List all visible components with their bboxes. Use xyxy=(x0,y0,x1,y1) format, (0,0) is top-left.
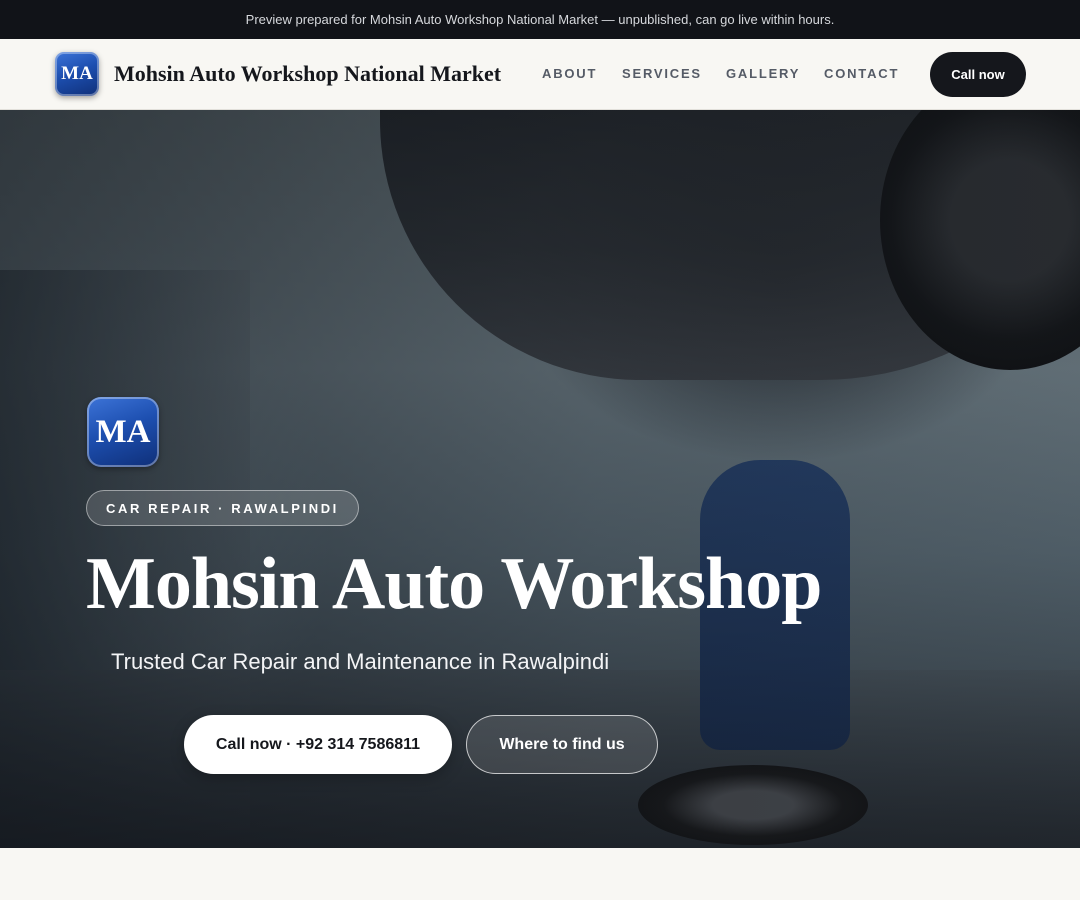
preview-banner: Preview prepared for Mohsin Auto Worksho… xyxy=(0,0,1080,39)
logo-badge-icon[interactable]: MA xyxy=(55,52,99,96)
hero-section: MA CAR REPAIR · RAWALPINDI Mohsin Auto W… xyxy=(0,110,1080,848)
hero-logo-badge-icon: MA xyxy=(87,397,159,467)
hero-logo-text: MA xyxy=(95,413,151,450)
hero-call-button[interactable]: Call now · +92 314 7586811 xyxy=(184,715,452,774)
nav-link-services[interactable]: SERVICES xyxy=(622,66,702,81)
hero-title: Mohsin Auto Workshop xyxy=(86,543,822,625)
hero-subtitle: Trusted Car Repair and Maintenance in Ra… xyxy=(111,649,610,674)
call-now-button[interactable]: Call now xyxy=(930,52,1026,97)
logo-text: MA xyxy=(61,63,93,84)
nav-link-contact[interactable]: CONTACT xyxy=(824,66,899,81)
brand-name[interactable]: Mohsin Auto Workshop National Market xyxy=(114,61,501,87)
hero-category-tag: CAR REPAIR · RAWALPINDI xyxy=(86,490,359,526)
nav-link-gallery[interactable]: GALLERY xyxy=(726,66,800,81)
preview-banner-text: Preview prepared for Mohsin Auto Worksho… xyxy=(245,12,835,27)
site-header: MA Mohsin Auto Workshop National Market … xyxy=(0,39,1080,110)
hero-location-button[interactable]: Where to find us xyxy=(466,715,658,774)
nav-link-about[interactable]: ABOUT xyxy=(542,66,597,81)
